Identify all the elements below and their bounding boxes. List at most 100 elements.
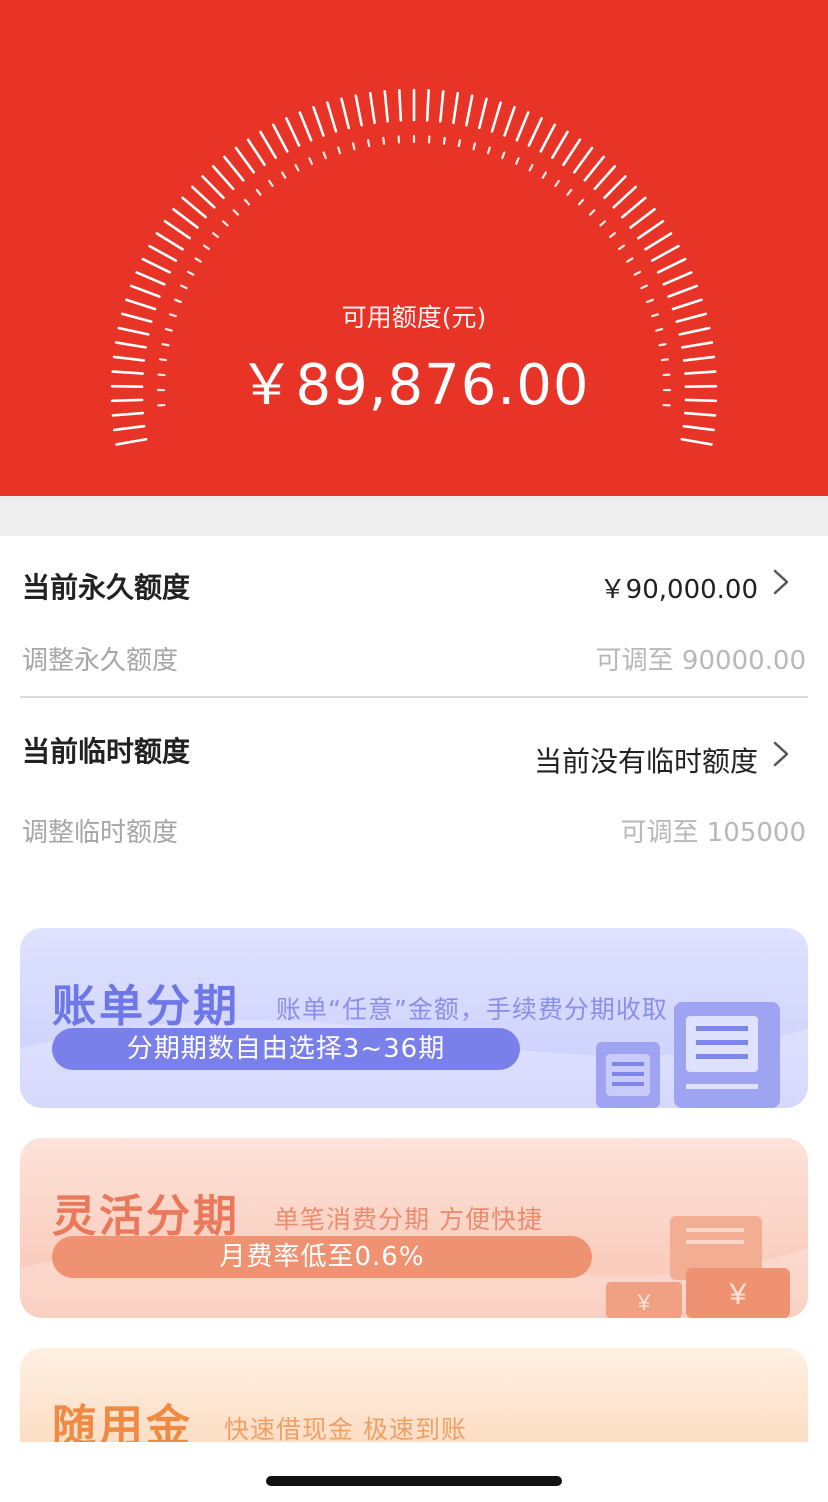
gauge-tick (425, 89, 430, 122)
gauge-dot (566, 188, 573, 196)
card-pill: 月费率低至0.6% (52, 1236, 592, 1278)
document-icon (596, 1002, 780, 1108)
gauge-tick (662, 271, 693, 286)
gauge-tick (211, 165, 235, 191)
gauge-tick (603, 175, 627, 200)
gauge-dot (294, 163, 300, 172)
card-title: 灵活分期 (52, 1191, 240, 1242)
gauge-tick (129, 284, 161, 298)
gauge-tick (201, 175, 225, 200)
gauge-tick (650, 244, 680, 262)
divider (20, 696, 808, 698)
gauge-tick (667, 284, 699, 298)
chevron-right-icon[interactable] (768, 741, 794, 767)
card-title: 账单分期 (52, 981, 240, 1032)
gauge-dot (609, 232, 616, 239)
gauge-tick (141, 257, 172, 274)
gauge-dot (528, 163, 534, 172)
gauge-tick (490, 101, 502, 133)
gauge-tick (644, 232, 673, 251)
gauge-tick (191, 185, 216, 209)
credit-gauge (110, 88, 718, 446)
gauge-dot (382, 136, 386, 145)
gauge-dot (554, 179, 560, 187)
adjust-permanent-value: 可调至 90000.00 (595, 646, 806, 676)
temporary-credit-value: 当前没有临时额度 (533, 745, 758, 778)
available-credit-label: 可用额度(元) (341, 303, 487, 332)
gauge-tick (682, 424, 715, 432)
gauge-tick (172, 208, 199, 229)
gauge-tick (340, 97, 351, 130)
gauge-tick (234, 146, 255, 174)
gauge-tick (593, 165, 617, 191)
gauge-tick (550, 130, 569, 160)
gauge-dot (515, 157, 520, 165)
gauge-dot (578, 198, 585, 206)
adjust-permanent-label: 调整永久额度 (22, 646, 179, 676)
gauge-dot (232, 209, 240, 216)
gauge-tick (439, 90, 445, 123)
gauge-dot (599, 220, 607, 227)
gauge-tick (181, 196, 207, 219)
gauge-tick (562, 138, 582, 167)
gauge-dot (472, 142, 477, 151)
gauge-tick (637, 219, 665, 240)
gauge-dot (268, 179, 274, 187)
gauge-tick (477, 97, 488, 130)
gauge-tick (621, 196, 647, 219)
yen-box-icon: ¥ ¥ (606, 1216, 790, 1318)
gauge-tick (223, 155, 245, 182)
gauge-dot (442, 136, 446, 145)
gauge-tick (465, 94, 474, 127)
gauge-dot (337, 146, 342, 155)
permanent-credit-title: 当前永久额度 (22, 571, 191, 604)
gauge-tick (583, 155, 605, 182)
svg-text:¥: ¥ (637, 1290, 651, 1315)
gauge-dot (180, 284, 188, 290)
flexible-installment-card[interactable]: 灵活分期 单笔消费分期 方便快捷 月费率低至0.6% ¥ ¥ (20, 1138, 808, 1318)
gauge-tick (383, 90, 389, 123)
gauge-tick (155, 232, 184, 251)
gauge-tick (452, 91, 460, 125)
gauge-tick (326, 101, 338, 133)
gauge-tick (680, 437, 713, 446)
gauge-dot (457, 139, 462, 148)
gauge-tick (285, 116, 301, 147)
gauge-dot (202, 244, 211, 251)
card-subtitle: 单笔消费分期 方便快捷 (274, 1205, 543, 1234)
gauge-dot (186, 270, 195, 276)
gauge-tick (629, 208, 656, 229)
gauge-tick (503, 105, 516, 137)
bill-installment-card[interactable]: 账单分期 账单“任意”金额，手续费分期收取 分期期数自由选择3~36期 (20, 928, 808, 1108)
gauge-tick (271, 123, 289, 153)
gauge-tick (527, 116, 543, 147)
gauge-dot (501, 151, 506, 160)
gauge-tick (368, 91, 376, 125)
gauge-tick (354, 94, 363, 127)
home-indicator[interactable] (266, 1476, 562, 1486)
card-subtitle: 快速借现金 极速到账 (224, 1415, 467, 1444)
section-gap (0, 496, 828, 536)
gauge-tick (515, 111, 530, 142)
gauge-tick (113, 424, 146, 432)
chevron-right-icon[interactable] (768, 569, 794, 595)
temporary-credit-title: 当前临时额度 (22, 735, 191, 768)
available-credit-amount: ￥89,876.00 (238, 353, 590, 418)
gauge-dot (617, 244, 626, 251)
gauge-tick (115, 437, 148, 446)
gauge-tick (612, 185, 637, 209)
gauge-dot (243, 198, 250, 206)
gauge-dot (212, 232, 219, 239)
credit-header: 可用额度(元) ￥89,876.00 (0, 0, 828, 496)
gauge-dot (255, 188, 262, 196)
gauge-dot (194, 257, 202, 263)
gauge-dot (366, 139, 371, 148)
gauge-tick (246, 138, 266, 167)
svg-text:¥: ¥ (729, 1278, 747, 1311)
gauge-dot (281, 171, 287, 179)
adjust-temporary-value: 可调至 105000 (620, 818, 806, 848)
gauge-tick (298, 111, 313, 142)
permanent-credit-value: ￥90,000.00 (599, 575, 758, 605)
bottom-safe-area (0, 1442, 828, 1502)
gauge-dot (308, 157, 313, 165)
